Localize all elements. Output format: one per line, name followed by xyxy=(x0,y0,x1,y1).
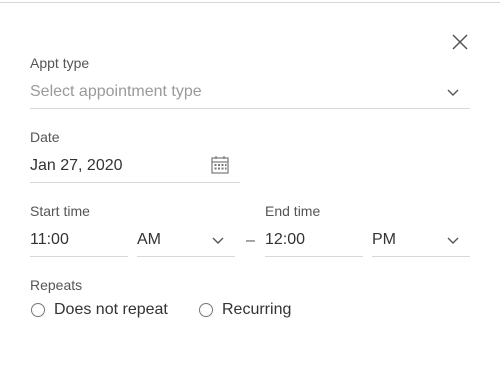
time-separator: – xyxy=(246,232,255,249)
radio-circle[interactable] xyxy=(31,303,45,317)
chevron-down-icon xyxy=(447,237,459,244)
appt-type-placeholder: Select appointment type xyxy=(30,83,202,100)
start-time-input[interactable]: 11:00 xyxy=(30,224,128,257)
radio-recurring[interactable]: Recurring xyxy=(199,301,291,319)
start-time-label: Start time xyxy=(30,203,90,219)
date-value: Jan 27, 2020 xyxy=(30,157,123,174)
end-time-value: 12:00 xyxy=(265,231,306,248)
start-time-value: 11:00 xyxy=(30,231,69,248)
appt-type-select[interactable]: Select appointment type xyxy=(30,76,470,109)
date-label: Date xyxy=(30,129,60,145)
start-ampm-select[interactable]: AM xyxy=(137,224,235,257)
radio-label-recurring: Recurring xyxy=(222,301,292,318)
calendar-icon[interactable] xyxy=(210,155,230,175)
radio-does-not-repeat[interactable]: Does not repeat xyxy=(31,301,168,319)
close-button[interactable] xyxy=(450,32,470,52)
end-ampm-value: PM xyxy=(372,231,396,248)
end-time-input[interactable]: 12:00 xyxy=(265,224,363,257)
appt-type-label: Appt type xyxy=(30,55,90,71)
close-icon xyxy=(452,34,468,50)
start-ampm-value: AM xyxy=(137,231,161,248)
top-divider xyxy=(0,2,500,3)
chevron-down-icon xyxy=(212,237,224,244)
repeats-label: Repeats xyxy=(30,277,83,293)
end-ampm-select[interactable]: PM xyxy=(372,224,470,257)
radio-circle[interactable] xyxy=(199,303,213,317)
chevron-down-icon xyxy=(447,89,459,96)
radio-label-does-not-repeat: Does not repeat xyxy=(54,301,168,318)
end-time-label: End time xyxy=(265,203,321,219)
date-field[interactable]: Jan 27, 2020 xyxy=(30,150,240,183)
